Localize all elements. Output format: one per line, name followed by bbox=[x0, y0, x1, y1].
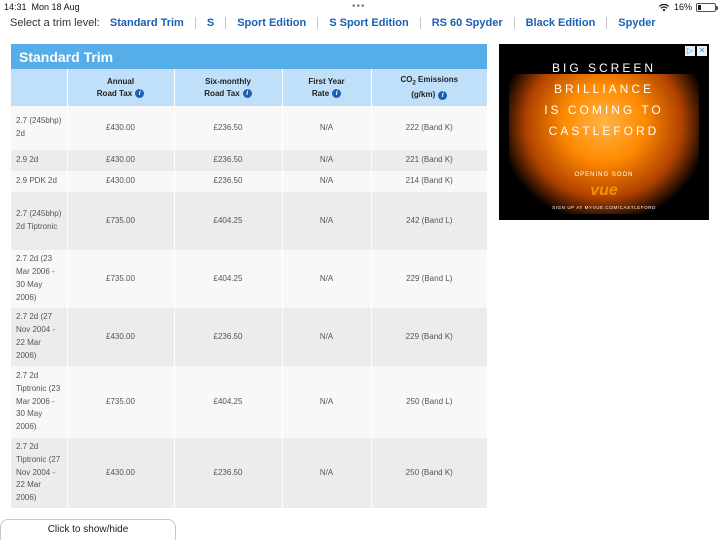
cell-first-year: N/A bbox=[282, 171, 372, 192]
cell-first-year: N/A bbox=[282, 106, 372, 150]
cell-first-year: N/A bbox=[282, 366, 372, 438]
cell-six-monthly: £236.50 bbox=[174, 308, 283, 366]
road-tax-table: Annual Road Tax i Six-monthly Road Tax i Fir… bbox=[11, 69, 487, 508]
cell-co2: 229 (Band K) bbox=[371, 308, 487, 366]
wifi-icon bbox=[658, 3, 670, 11]
trim-link-s-sport-edition[interactable]: S Sport Edition bbox=[317, 17, 419, 29]
cell-annual: £430.00 bbox=[67, 171, 175, 192]
cell-first-year: N/A bbox=[282, 192, 372, 250]
cell-model: 2.7 (245bhp) 2d bbox=[11, 106, 68, 150]
table-row: 2.7 2d Tiptronic (27 Nov 2004 - 22 Mar 2… bbox=[11, 438, 487, 508]
cell-co2: 221 (Band K) bbox=[371, 150, 487, 171]
table-row: 2.7 2d (23 Mar 2006 - 30 May 2006) £735.… bbox=[11, 250, 487, 308]
cell-six-monthly: £236.50 bbox=[174, 106, 283, 150]
header-co2: CO2 Emissions (g/km) i bbox=[371, 69, 487, 106]
table-row: 2.9 2d £430.00 £236.50 N/A 221 (Band K) bbox=[11, 150, 487, 171]
cell-first-year: N/A bbox=[282, 308, 372, 366]
cell-model: 2.7 2d Tiptronic (23 Mar 2006 - 30 May 2… bbox=[11, 366, 68, 438]
header-six-monthly: Six-monthly Road Tax i bbox=[174, 69, 283, 106]
info-icon[interactable]: i bbox=[135, 88, 145, 98]
panel-title: Standard Trim bbox=[11, 44, 487, 69]
battery-icon bbox=[696, 2, 718, 12]
advert-banner[interactable]: ▷ ✕ BIG SCREEN BRILLIANCE IS COMING TO C… bbox=[499, 44, 709, 220]
cell-model: 2.9 PDK 2d bbox=[11, 171, 68, 192]
header-first-year: First Year Rate i bbox=[282, 69, 372, 106]
cell-model: 2.7 2d Tiptronic (27 Nov 2004 - 22 Mar 2… bbox=[11, 438, 68, 508]
header-annual: Annual Road Tax i bbox=[67, 69, 175, 106]
battery-percent: 16% bbox=[673, 2, 692, 12]
battery-fill bbox=[698, 4, 701, 10]
trim-link-spyder[interactable]: Spyder bbox=[606, 17, 666, 29]
trim-link-black-edition[interactable]: Black Edition bbox=[513, 17, 607, 29]
header-model bbox=[11, 69, 68, 106]
cell-first-year: N/A bbox=[282, 250, 372, 308]
cell-co2: 229 (Band L) bbox=[371, 250, 487, 308]
status-right: 16% bbox=[658, 2, 718, 12]
close-icon[interactable]: ✕ bbox=[697, 46, 707, 56]
ad-controls: ▷ ✕ bbox=[685, 46, 707, 56]
cell-six-monthly: £236.50 bbox=[174, 438, 283, 508]
trim-link-standard[interactable]: Standard Trim bbox=[110, 17, 195, 29]
cell-annual: £430.00 bbox=[67, 150, 175, 171]
cell-six-monthly: £236.50 bbox=[174, 150, 283, 171]
trim-link-sport-edition[interactable]: Sport Edition bbox=[225, 17, 317, 29]
table-row: 2.7 (245bhp) 2d Tiptronic £735.00 £404.2… bbox=[11, 192, 487, 250]
table-row: 2.7 (245bhp) 2d £430.00 £236.50 N/A 222 … bbox=[11, 106, 487, 150]
road-tax-panel: Standard Trim Annual Road Tax i Six-monthl… bbox=[11, 44, 487, 508]
table-row: 2.9 PDK 2d £430.00 £236.50 N/A 214 (Band… bbox=[11, 171, 487, 192]
cell-co2: 214 (Band K) bbox=[371, 171, 487, 192]
cell-co2: 250 (Band L) bbox=[371, 366, 487, 438]
ad-headline: BIG SCREEN BRILLIANCE IS COMING TO CASTL… bbox=[544, 61, 664, 138]
trim-link-rs60-spyder[interactable]: RS 60 Spyder bbox=[419, 17, 514, 29]
cell-first-year: N/A bbox=[282, 150, 372, 171]
cell-six-monthly: £404.25 bbox=[174, 250, 283, 308]
cell-annual: £430.00 bbox=[67, 106, 175, 150]
ad-brand-logo: vue bbox=[590, 182, 618, 199]
table-row: 2.7 2d (27 Nov 2004 - 22 Mar 2006) £430.… bbox=[11, 308, 487, 366]
cell-co2: 222 (Band K) bbox=[371, 106, 487, 150]
table-header-row: Annual Road Tax i Six-monthly Road Tax i Fir… bbox=[11, 69, 487, 106]
multitask-dots[interactable]: ••• bbox=[352, 1, 366, 12]
info-icon[interactable]: i bbox=[332, 88, 342, 98]
cell-annual: £735.00 bbox=[67, 250, 175, 308]
cell-six-monthly: £404.25 bbox=[174, 192, 283, 250]
trim-nav: Select a trim level: Standard Trim S Spo… bbox=[10, 14, 667, 32]
info-icon[interactable]: i bbox=[438, 90, 448, 100]
adchoices-icon[interactable]: ▷ bbox=[685, 46, 695, 56]
trim-link-s[interactable]: S bbox=[194, 17, 225, 29]
cell-model: 2.7 (245bhp) 2d Tiptronic bbox=[11, 192, 68, 250]
cell-first-year: N/A bbox=[282, 438, 372, 508]
status-time: 14:31 Mon 18 Aug bbox=[4, 2, 80, 12]
cell-annual: £735.00 bbox=[67, 192, 175, 250]
cell-annual: £430.00 bbox=[67, 308, 175, 366]
status-bar: 14:31 Mon 18 Aug ••• 16% bbox=[0, 0, 720, 14]
cell-annual: £735.00 bbox=[67, 366, 175, 438]
cell-annual: £430.00 bbox=[67, 438, 175, 508]
cell-model: 2.9 2d bbox=[11, 150, 68, 171]
ad-signup-text: SIGN UP AT MYVUE.COM/CASTLEFORD bbox=[552, 205, 656, 210]
cell-co2: 242 (Band L) bbox=[371, 192, 487, 250]
cell-six-monthly: £236.50 bbox=[174, 171, 283, 192]
cell-six-monthly: £404.25 bbox=[174, 366, 283, 438]
cell-model: 2.7 2d (27 Nov 2004 - 22 Mar 2006) bbox=[11, 308, 68, 366]
cell-co2: 250 (Band K) bbox=[371, 438, 487, 508]
ad-opening-text: OPENING SOON bbox=[574, 172, 634, 178]
show-hide-button[interactable]: Click to show/hide bbox=[0, 519, 176, 540]
table-row: 2.7 2d Tiptronic (23 Mar 2006 - 30 May 2… bbox=[11, 366, 487, 438]
cell-model: 2.7 2d (23 Mar 2006 - 30 May 2006) bbox=[11, 250, 68, 308]
trim-nav-label: Select a trim level: bbox=[10, 17, 100, 29]
info-icon[interactable]: i bbox=[242, 88, 252, 98]
